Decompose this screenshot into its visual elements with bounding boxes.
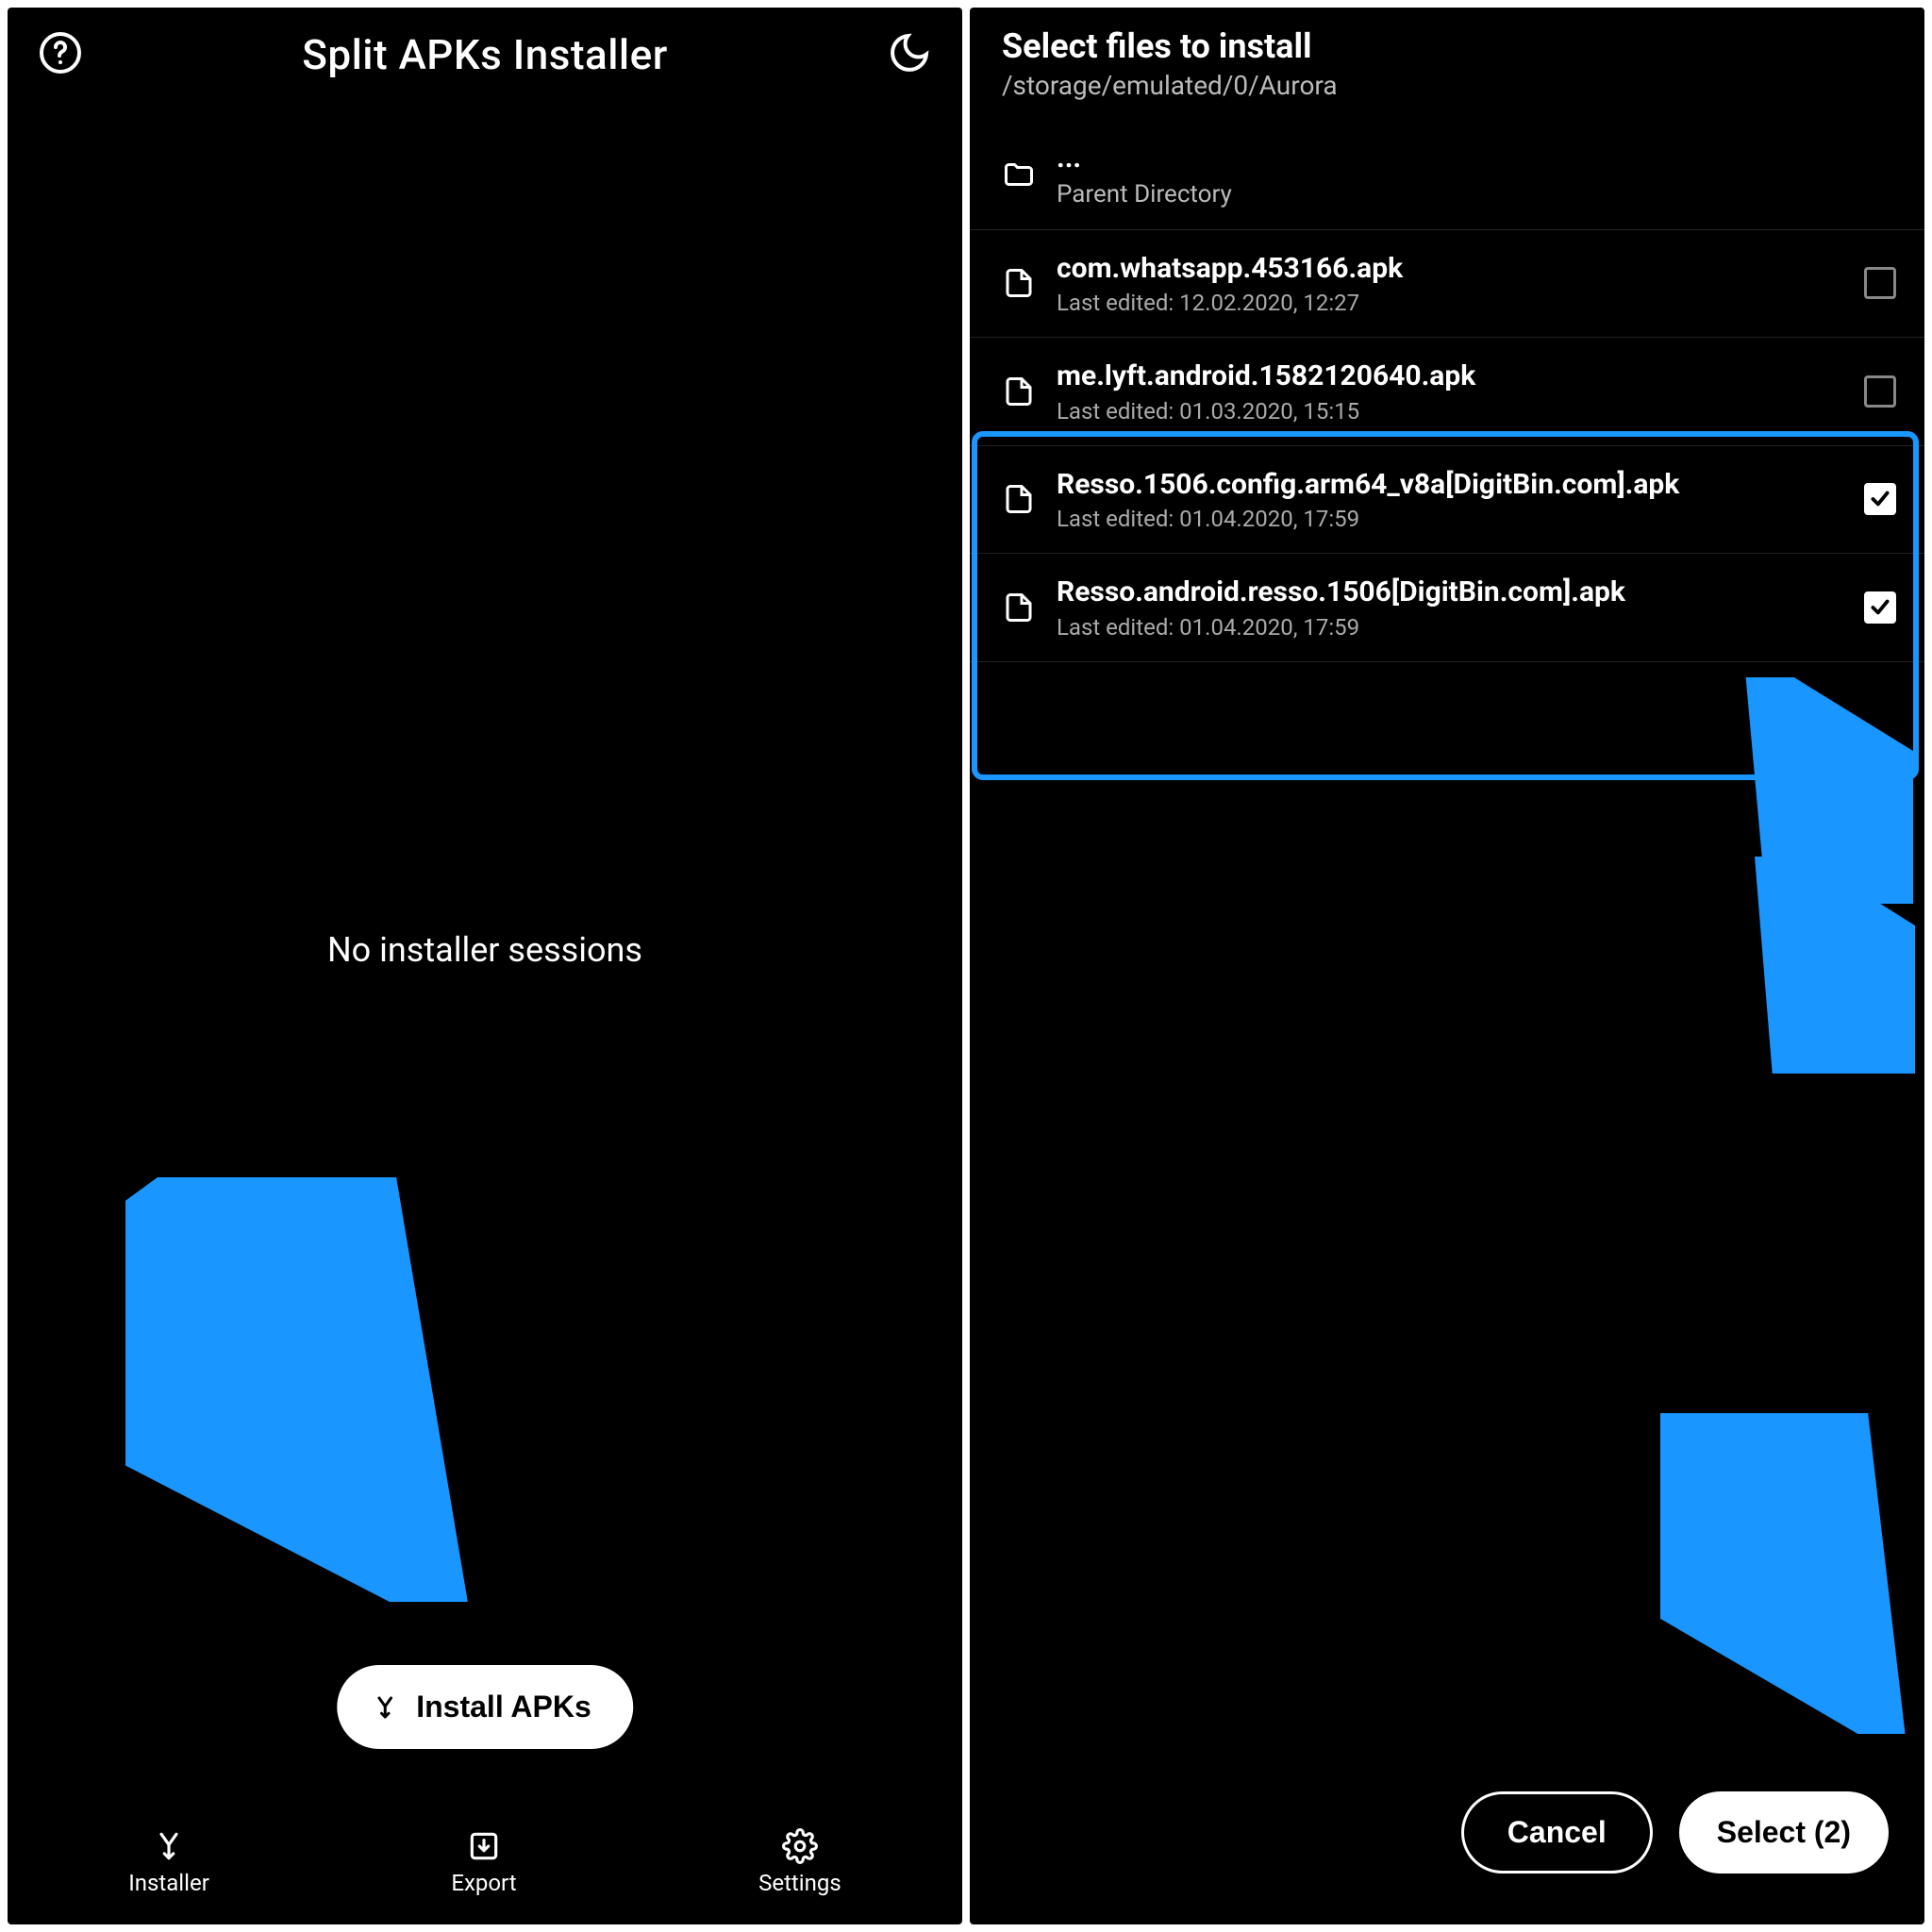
moon-icon[interactable] xyxy=(887,30,932,79)
empty-state-body: No installer sessions xyxy=(8,91,962,1809)
file-checkbox-checked[interactable] xyxy=(1864,591,1896,624)
file-icon xyxy=(1002,375,1036,408)
cancel-button[interactable]: Cancel xyxy=(1461,1791,1653,1874)
nav-settings-label: Settings xyxy=(758,1870,841,1896)
file-checkbox-checked[interactable] xyxy=(1864,483,1896,515)
screen-file-picker: Select files to install /storage/emulate… xyxy=(970,8,1924,1924)
file-list: ... Parent Directory com.whatsapp.453166… xyxy=(970,120,1924,1924)
select-button[interactable]: Select (2) xyxy=(1679,1791,1889,1874)
file-picker-header: Select files to install /storage/emulate… xyxy=(970,8,1924,120)
app-header: Split APKs Installer xyxy=(8,8,962,91)
cancel-label: Cancel xyxy=(1507,1815,1607,1849)
file-name: Resso.android.resso.1506[DigitBin.com].a… xyxy=(1057,575,1843,610)
install-apks-label: Install APKs xyxy=(416,1690,591,1724)
file-picker-path: /storage/emulated/0/Aurora xyxy=(1002,70,1892,101)
file-checkbox[interactable] xyxy=(1864,267,1896,299)
nav-settings[interactable]: Settings xyxy=(758,1828,841,1896)
folder-icon xyxy=(1002,158,1036,192)
nav-export-label: Export xyxy=(451,1870,516,1896)
file-meta: Last edited: 01.04.2020, 17:59 xyxy=(1057,614,1843,641)
file-icon xyxy=(1002,591,1036,625)
bottom-nav: Installer Export Settings xyxy=(8,1809,962,1924)
file-name: com.whatsapp.453166.apk xyxy=(1057,251,1843,287)
nav-installer[interactable]: Installer xyxy=(128,1828,209,1896)
file-row[interactable]: com.whatsapp.453166.apk Last edited: 12.… xyxy=(970,230,1924,339)
file-meta: Last edited: 12.02.2020, 12:27 xyxy=(1057,290,1843,316)
file-picker-actions: Cancel Select (2) xyxy=(1461,1791,1889,1874)
file-name: Resso.1506.config.arm64_v8a[DigitBin.com… xyxy=(1057,467,1843,503)
screen-installer-home: Split APKs Installer No installer sessio… xyxy=(8,8,962,1924)
file-checkbox[interactable] xyxy=(1864,375,1896,408)
file-row[interactable]: me.lyft.android.1582120640.apk Last edit… xyxy=(970,338,1924,446)
parent-dots: ... xyxy=(1057,141,1896,176)
app-title: Split APKs Installer xyxy=(302,30,668,79)
install-apks-button[interactable]: Install APKs xyxy=(337,1665,633,1749)
file-row[interactable]: Resso.android.resso.1506[DigitBin.com].a… xyxy=(970,554,1924,662)
file-meta: Last edited: 01.03.2020, 15:15 xyxy=(1057,398,1843,425)
parent-directory-row[interactable]: ... Parent Directory xyxy=(970,120,1924,230)
empty-state-text: No installer sessions xyxy=(327,930,642,970)
file-picker-title: Select files to install xyxy=(1002,26,1892,66)
nav-installer-label: Installer xyxy=(128,1870,209,1896)
parent-label: Parent Directory xyxy=(1057,180,1896,208)
help-icon[interactable] xyxy=(38,30,83,79)
file-icon xyxy=(1002,266,1036,300)
file-name: me.lyft.android.1582120640.apk xyxy=(1057,358,1843,394)
file-icon xyxy=(1002,482,1036,516)
file-row[interactable]: Resso.1506.config.arm64_v8a[DigitBin.com… xyxy=(970,446,1924,555)
select-label: Select (2) xyxy=(1717,1815,1851,1849)
file-meta: Last edited: 01.04.2020, 17:59 xyxy=(1057,506,1843,532)
nav-export[interactable]: Export xyxy=(451,1828,516,1896)
